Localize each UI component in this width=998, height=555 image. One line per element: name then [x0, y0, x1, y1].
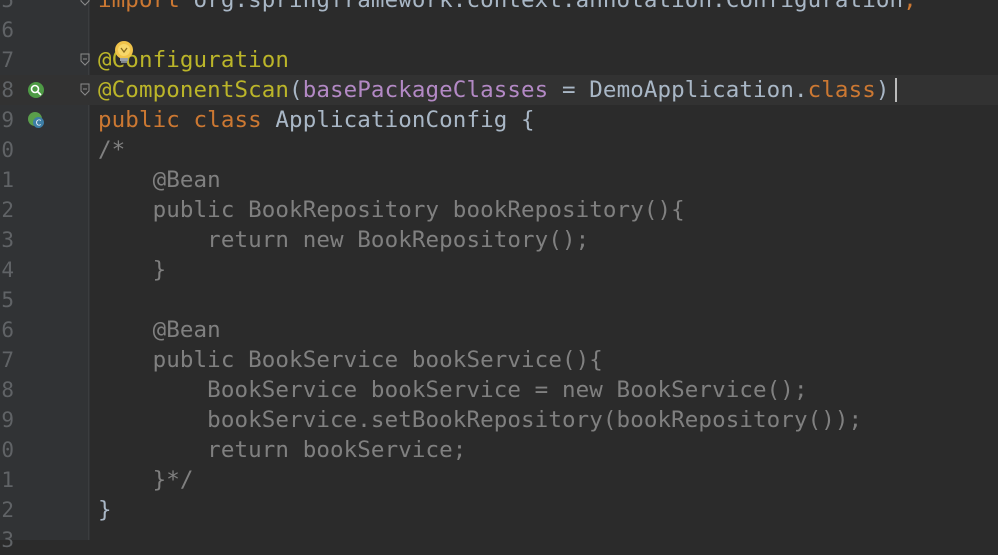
code-line[interactable]: 3 return new BookRepository();: [0, 225, 998, 255]
code-token: @Bean: [98, 317, 221, 343]
svg-text:C: C: [36, 119, 42, 128]
code-text[interactable]: public BookRepository bookRepository(){: [98, 195, 685, 225]
code-token: class: [807, 77, 876, 103]
line-number[interactable]: 9: [0, 405, 14, 435]
code-line[interactable]: 5: [0, 285, 998, 315]
line-number[interactable]: 8: [0, 75, 14, 105]
code-text[interactable]: }*/: [98, 465, 194, 495]
code-text[interactable]: public BookService bookService(){: [98, 345, 603, 375]
line-number[interactable]: 4: [0, 255, 14, 285]
code-token: public BookService bookService(){: [98, 347, 603, 373]
code-text[interactable]: @ComponentScan(basePackageClasses = Demo…: [98, 75, 890, 105]
line-number[interactable]: 3: [0, 225, 14, 255]
code-line[interactable]: 1 }*/: [0, 465, 998, 495]
code-token: public BookRepository bookRepository(){: [98, 197, 685, 223]
code-line[interactable]: 2 public BookRepository bookRepository()…: [0, 195, 998, 225]
code-line[interactable]: 1 @Bean: [0, 165, 998, 195]
code-text[interactable]: /*: [98, 135, 125, 165]
code-token: return bookService;: [98, 437, 467, 463]
fold-marker-icon[interactable]: [80, 0, 90, 6]
spring-config-class-icon[interactable]: C: [27, 111, 45, 129]
code-line[interactable]: 0 /*: [0, 135, 998, 165]
code-line[interactable]: 9 public class ApplicationConfig { C: [0, 105, 998, 135]
code-token: BookService bookService = new BookServic…: [98, 377, 808, 403]
code-line[interactable]: 3: [0, 525, 998, 555]
line-number[interactable]: 0: [0, 135, 14, 165]
code-token: org.springframework.context.annotation.C…: [193, 0, 904, 13]
code-line[interactable]: 5 import org.springframework.context.anno…: [0, 0, 998, 15]
line-number[interactable]: 8: [0, 375, 14, 405]
code-token: ;: [903, 0, 917, 13]
line-number[interactable]: 2: [0, 495, 14, 525]
line-number[interactable]: 5: [0, 0, 14, 15]
code-token: ApplicationConfig {: [275, 107, 535, 133]
line-number[interactable]: 5: [0, 285, 14, 315]
code-token: @ComponentScan: [98, 77, 290, 103]
code-token: }*/: [98, 467, 194, 493]
code-text[interactable]: @Bean: [98, 165, 221, 195]
code-line[interactable]: 9 bookService.setBookRepository(bookRepo…: [0, 405, 998, 435]
code-text[interactable]: BookService bookService = new BookServic…: [98, 375, 808, 405]
code-token: (: [289, 77, 303, 103]
code-text[interactable]: bookService.setBookRepository(bookReposi…: [98, 405, 862, 435]
code-token: basePackageClasses: [302, 77, 549, 103]
line-number[interactable]: 6: [0, 15, 14, 45]
fold-marker-icon[interactable]: [80, 83, 90, 96]
line-number[interactable]: 7: [0, 45, 14, 75]
code-token: ): [875, 77, 890, 103]
code-token: /*: [98, 137, 126, 163]
line-number[interactable]: 1: [0, 465, 14, 495]
line-number[interactable]: 9: [0, 105, 14, 135]
line-number[interactable]: 3: [0, 525, 14, 555]
line-number[interactable]: 0: [0, 435, 14, 465]
code-line[interactable]: 7 public BookService bookService(){: [0, 345, 998, 375]
code-text[interactable]: }: [98, 255, 167, 285]
code-text[interactable]: public class ApplicationConfig {: [98, 105, 535, 135]
code-text[interactable]: return new BookRepository();: [98, 225, 589, 255]
code-line[interactable]: 7 @Configuration: [0, 45, 998, 75]
code-token: public class: [98, 107, 276, 133]
code-token: @Bean: [98, 167, 221, 193]
code-token: return new BookRepository();: [98, 227, 590, 253]
code-text[interactable]: import org.springframework.context.annot…: [98, 0, 917, 15]
code-line[interactable]: 8 @ComponentScan(basePackageClasses = Dem…: [0, 75, 998, 105]
line-number[interactable]: 7: [0, 345, 14, 375]
line-number[interactable]: 2: [0, 195, 14, 225]
code-token: bookService.setBookRepository(bookReposi…: [98, 407, 863, 433]
code-editor[interactable]: 5 import org.springframework.context.anno…: [0, 0, 998, 552]
spring-bean-scan-icon[interactable]: [27, 81, 45, 99]
code-text[interactable]: }: [98, 495, 112, 525]
code-line[interactable]: 4 }: [0, 255, 998, 285]
code-token: = DemoApplication.: [548, 77, 808, 103]
code-token: import: [98, 0, 194, 13]
code-line[interactable]: 8 BookService bookService = new BookServ…: [0, 375, 998, 405]
lightbulb-icon[interactable]: [113, 40, 135, 66]
code-line[interactable]: 6 @Bean: [0, 315, 998, 345]
code-token: }: [98, 257, 167, 283]
code-text[interactable]: return bookService;: [98, 435, 466, 465]
code-token: }: [98, 497, 112, 523]
code-line[interactable]: 0 return bookService;: [0, 435, 998, 465]
code-line[interactable]: 2}: [0, 495, 998, 525]
line-number[interactable]: 1: [0, 165, 14, 195]
code-line[interactable]: 6: [0, 15, 998, 45]
fold-marker-icon[interactable]: [80, 53, 90, 66]
line-number[interactable]: 6: [0, 315, 14, 345]
text-caret: [895, 78, 897, 102]
code-text[interactable]: @Bean: [98, 315, 221, 345]
